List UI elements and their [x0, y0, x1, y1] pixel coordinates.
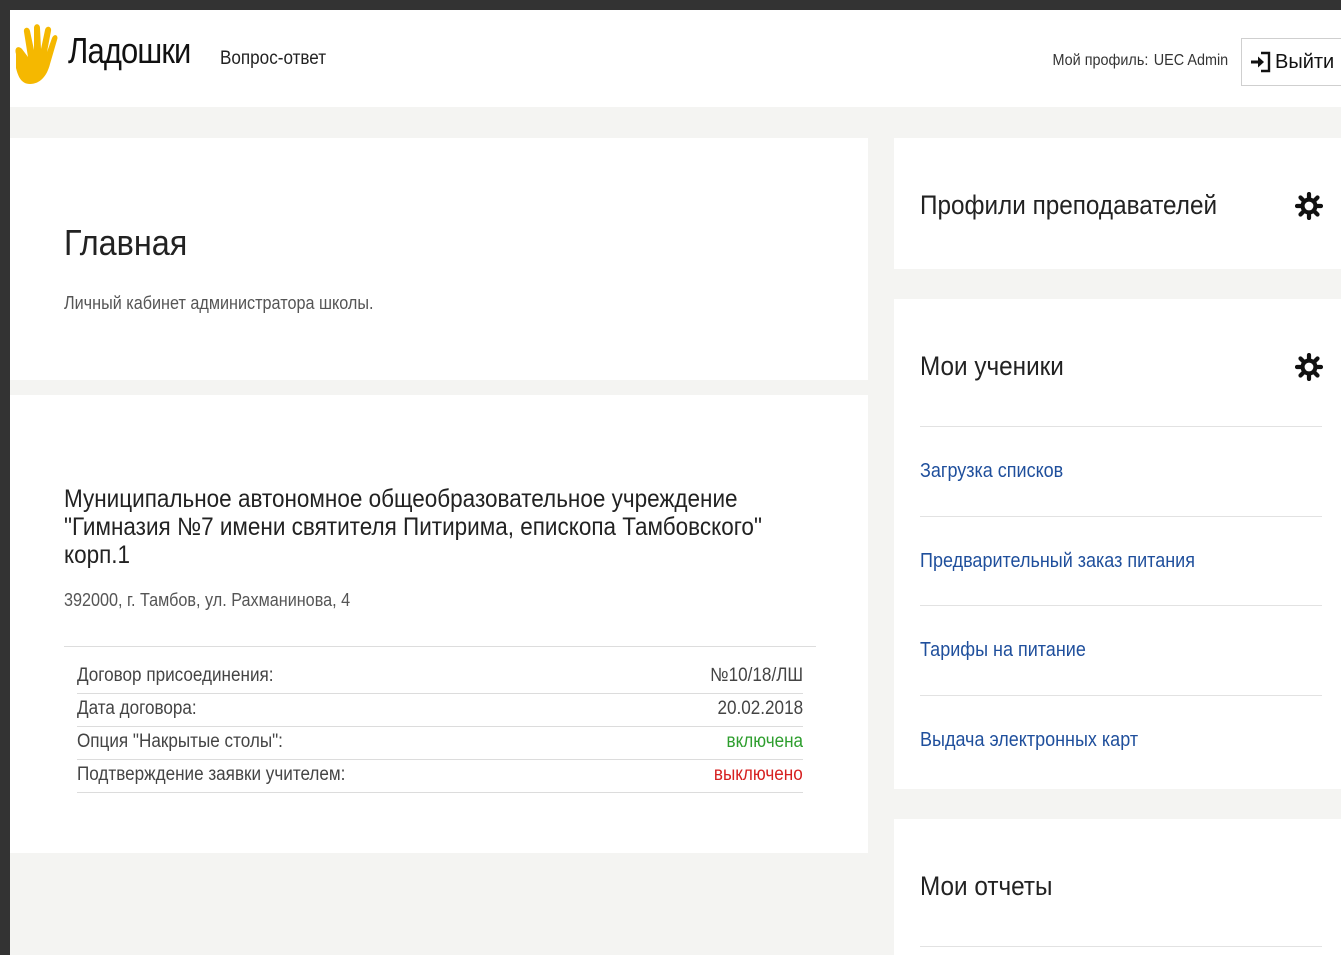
- contract-date-row: Дата договора: 20.02.2018: [77, 694, 803, 727]
- students-panel: Мои ученики Загрузка списков Предварител…: [894, 299, 1341, 789]
- contract-date-label: Дата договора:: [77, 698, 197, 719]
- contract-value: №10/18/ЛШ: [710, 665, 803, 686]
- contract-row: Договор присоединения: №10/18/ЛШ: [77, 661, 803, 694]
- logout-label: Выйти: [1275, 50, 1335, 73]
- profile-user[interactable]: UEC Admin: [1154, 52, 1228, 69]
- link-meal-tariffs[interactable]: Тарифы на питание: [920, 639, 1086, 662]
- link-upload-lists[interactable]: Загрузка списков: [920, 460, 1063, 483]
- link-meal-preorder[interactable]: Предварительный заказ питания: [920, 550, 1195, 573]
- divider: [920, 695, 1322, 696]
- students-panel-title[interactable]: Мои ученики: [920, 351, 1064, 382]
- nav-qa-link[interactable]: Вопрос-ответ: [220, 48, 326, 70]
- school-info-card: Муниципальное автономное общеобразовател…: [10, 395, 868, 853]
- profile-label: Мой профиль:: [1052, 52, 1149, 69]
- contract-date-value: 20.02.2018: [717, 698, 803, 719]
- app-frame: Ладошки Вопрос-ответ Мой профиль: UEC Adm…: [10, 10, 1341, 955]
- contract-label: Договор присоединения:: [77, 665, 274, 686]
- divider: [920, 605, 1322, 606]
- main-title-card: Главная Личный кабинет администратора шк…: [10, 138, 868, 380]
- teachers-panel: Профили преподавателей: [894, 138, 1341, 269]
- link-issue-cards[interactable]: Выдача электронных карт: [920, 729, 1138, 752]
- hand-logo-icon[interactable]: [12, 24, 58, 86]
- gear-icon[interactable]: [1295, 353, 1323, 381]
- divider: [64, 646, 816, 647]
- reports-panel-title[interactable]: Мои отчеты: [920, 871, 1052, 902]
- school-details-table: Договор присоединения: №10/18/ЛШ Дата до…: [77, 661, 803, 793]
- logout-icon: [1251, 51, 1271, 73]
- divider: [920, 946, 1322, 947]
- profile-info[interactable]: Мой профиль: UEC Admin: [1052, 52, 1228, 70]
- teacher-confirmation-row: Подтверждение заявки учителем: выключено: [77, 760, 803, 793]
- page-subtitle: Личный кабинет администратора школы.: [64, 293, 374, 313]
- teacher-confirmation-status: выключено: [714, 764, 803, 785]
- logo-text[interactable]: Ладошки: [68, 30, 191, 72]
- gear-icon[interactable]: [1295, 192, 1323, 220]
- divider: [920, 426, 1322, 427]
- reports-panel: Мои отчеты: [894, 819, 1341, 955]
- teacher-confirmation-label: Подтверждение заявки учителем:: [77, 764, 346, 785]
- teachers-panel-title[interactable]: Профили преподавателей: [920, 190, 1217, 221]
- page-title: Главная: [64, 222, 188, 263]
- top-header: Ладошки Вопрос-ответ Мой профиль: UEC Adm…: [10, 10, 1341, 107]
- logout-button[interactable]: Выйти: [1241, 38, 1341, 86]
- school-address: 392000, г. Тамбов, ул. Рахманинова, 4: [64, 590, 351, 610]
- divider: [920, 516, 1322, 517]
- covered-tables-status: включена: [726, 731, 803, 752]
- covered-tables-row: Опция "Накрытые столы": включена: [77, 727, 803, 760]
- covered-tables-label: Опция "Накрытые столы":: [77, 731, 283, 752]
- school-name: Муниципальное автономное общеобразовател…: [64, 485, 762, 569]
